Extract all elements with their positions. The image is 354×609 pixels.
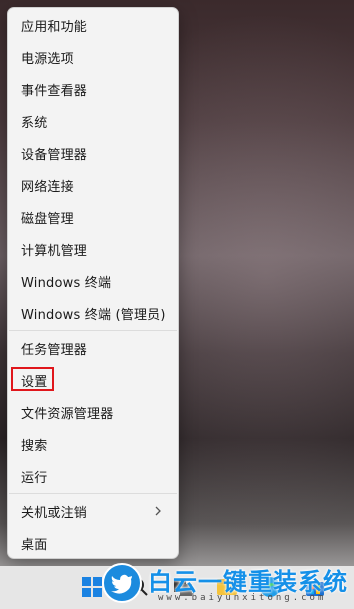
menu-item-windows-terminal-admin[interactable]: Windows 终端 (管理员): [9, 298, 177, 328]
menu-item-label: 计算机管理: [21, 243, 88, 259]
twitter-bird-icon: [102, 563, 142, 603]
menu-item-search[interactable]: 搜索: [9, 429, 177, 459]
menu-item-label: 电源选项: [21, 51, 74, 67]
menu-item-shutdown-signout[interactable]: 关机或注销: [9, 496, 177, 526]
menu-item-label: 网络连接: [21, 179, 74, 195]
menu-item-label: 关机或注销: [21, 505, 88, 521]
menu-item-network-connections[interactable]: 网络连接: [9, 170, 177, 200]
menu-item-label: 任务管理器: [21, 342, 88, 358]
menu-item-label: 设备管理器: [21, 147, 88, 163]
menu-item-system[interactable]: 系统: [9, 106, 177, 136]
menu-item-run[interactable]: 运行: [9, 461, 177, 491]
watermark-title: 白云一键重装系统: [148, 568, 348, 596]
menu-item-label: 磁盘管理: [21, 211, 74, 227]
menu-item-power-options[interactable]: 电源选项: [9, 42, 177, 72]
menu-item-computer-management[interactable]: 计算机管理: [9, 234, 177, 264]
menu-item-label: 系统: [21, 115, 48, 131]
menu-item-task-manager[interactable]: 任务管理器: [9, 333, 177, 363]
watermark-overlay: 白云一键重装系统 www.baiyunxitong.com: [96, 560, 354, 608]
menu-item-desktop[interactable]: 桌面: [9, 528, 177, 558]
menu-item-label: 应用和功能: [21, 19, 88, 35]
menu-item-label: 文件资源管理器: [21, 406, 114, 422]
menu-separator: [9, 330, 177, 331]
chevron-right-icon: [155, 506, 161, 516]
menu-separator: [9, 493, 177, 494]
menu-item-apps-features[interactable]: 应用和功能: [9, 10, 177, 40]
menu-item-label: 事件查看器: [21, 83, 88, 99]
menu-item-label: Windows 终端: [21, 275, 112, 291]
menu-item-file-explorer[interactable]: 文件资源管理器: [9, 397, 177, 427]
menu-item-label: Windows 终端 (管理员): [21, 307, 166, 323]
winx-context-menu: 应用和功能 电源选项 事件查看器 系统 设备管理器 网络连接 磁盘管理 计算机管…: [7, 7, 179, 559]
menu-item-disk-management[interactable]: 磁盘管理: [9, 202, 177, 232]
menu-item-label: 运行: [21, 470, 48, 486]
settings-highlight-box: [11, 367, 54, 391]
menu-item-windows-terminal[interactable]: Windows 终端: [9, 266, 177, 296]
menu-item-label: 搜索: [21, 438, 48, 454]
menu-item-device-manager[interactable]: 设备管理器: [9, 138, 177, 168]
watermark-url: www.baiyunxitong.com: [158, 593, 327, 603]
menu-item-event-viewer[interactable]: 事件查看器: [9, 74, 177, 104]
menu-item-label: 桌面: [21, 537, 48, 553]
